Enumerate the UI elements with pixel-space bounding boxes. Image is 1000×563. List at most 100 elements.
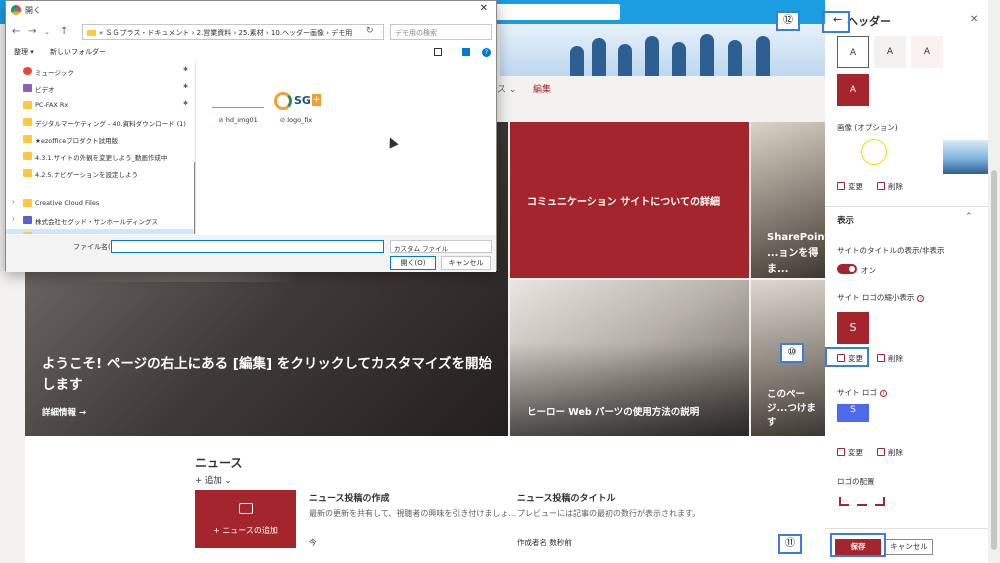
hero-tile-sharepoint[interactable]: SharePoint ...ョンを得ま... [751,122,825,278]
video-icon [23,84,32,92]
info-icon[interactable]: i [879,390,887,397]
news-item-title[interactable]: ニュース投稿の作成 [309,491,390,504]
hero-main-caption: ようこそ! ページの右上にある [編集] をクリックしてカスタマイズを開始します [42,356,493,393]
banner-figure [728,40,742,76]
callout-highlight-change [825,347,869,367]
align-center-icon[interactable] [857,497,867,506]
delete-label: 削除 [888,448,903,457]
sidebar-scrollbar[interactable] [194,162,195,234]
organize-button[interactable]: 整理 ▾ [14,47,34,57]
file-thumbnail [212,90,264,114]
sidebar-item-video[interactable]: ビデオ ✱ [6,81,195,96]
trash-icon [877,182,885,190]
plus-icon: + [312,94,321,106]
hero-tile-webpart[interactable]: ヒーロー Web パーツの使用方法の説明 [510,280,749,436]
banner-figure [645,36,659,76]
panel-title: ヘッダー [847,15,891,28]
help-icon[interactable]: ? [482,48,491,57]
close-icon[interactable]: ✕ [480,3,488,14]
delete-site-logo-button[interactable]: 削除 [877,447,903,458]
nav-more[interactable]: ス ⌄ [497,82,516,95]
forward-arrow-icon[interactable]: → [28,26,36,37]
panel-scrollbar[interactable] [988,0,1000,563]
align-left-icon[interactable] [839,497,849,506]
header-layout-option[interactable]: A [911,36,943,68]
file-name: hd_img01 [225,116,258,124]
sidebar-item-label: デジタルマーケティング - 40.資料ダウンロード (1) [35,120,186,128]
new-folder-button[interactable]: 新しいフォルダー [50,47,106,57]
sidebar-item-folder[interactable]: 4.2.5.ナビゲーションを設定しよう [6,166,195,181]
dialog-title: 開く [25,6,41,15]
change-image-button[interactable]: 変更 [837,181,863,192]
chevron-down-icon[interactable]: ⌄ [44,28,50,36]
sidebar-item-music[interactable]: ミュージック ✱ [6,64,195,79]
file-name: logo_fix [287,116,313,124]
sidebar-item-pcfax[interactable]: PC-FAX Rx ✱ [6,98,195,113]
chrome-icon [11,5,21,15]
hero-tile-communication[interactable]: コミュニケーション サイトについての詳細 [510,122,749,278]
file-item[interactable]: SG + ⊘ logo_fix [270,90,322,124]
open-button[interactable]: 開く(O) [390,256,436,270]
focal-point-marker[interactable] [861,139,887,165]
banner-figure [592,38,606,76]
header-layout-option[interactable]: A [874,36,906,68]
edit-icon [837,448,845,456]
callout-number-10: ⑩ [780,343,804,363]
sidebar-item-folder[interactable]: 4.3.1.サイトの外観を変更しよう_動画作成中 [6,149,195,164]
cancel-button[interactable]: キャンセル [885,539,933,555]
banner-figure [672,42,686,76]
filetype-select[interactable]: カスタム ファイル [390,240,492,253]
close-icon[interactable]: ✕ [970,14,978,25]
sidebar-item-creative-cloud[interactable]: › Creative Cloud Files [6,196,195,211]
divider [825,206,988,207]
news-item-meta: 今 [309,538,317,547]
site-navigation: ス ⌄ 編集 [497,80,825,96]
news-item-description: 最新の更新を共有して、視聴者の興味を引き付けましょ... [309,509,516,518]
news-item-meta: 作成者名 数秒前 [517,538,572,547]
trash-icon [877,354,885,362]
callout-highlight-back [822,11,850,33]
refresh-icon[interactable]: ↻ [366,26,374,36]
file-item[interactable]: ⊘ hd_img01 [212,90,264,124]
path-field[interactable]: « ＳＧプラス・ドキュメント › 2.営業資料 › 25.素材 › 10.ヘッダ… [82,24,384,40]
logo-mark-icon [274,92,292,110]
news-add-button[interactable]: + 追加 ⌄ [195,474,232,486]
info-icon[interactable]: i [917,295,925,302]
address-bar: ← → ⌄ ↑ « ＳＧプラス・ドキュメント › 2.営業資料 › 25.素材 … [6,21,496,43]
sidebar-item-folder[interactable]: ★ezofficeプロダクト試用版 [6,132,195,147]
hero-more-link[interactable]: 詳細情報 → [42,406,86,418]
chevron-right-icon[interactable]: › [12,215,15,223]
preview-pane-icon[interactable] [462,48,470,56]
delete-image-button[interactable]: 削除 [877,181,903,192]
up-arrow-icon[interactable]: ↑ [60,26,68,37]
folder-search-input[interactable]: デモ用の検索 [390,24,492,40]
add-news-tile[interactable]: + ニュースの追加 [195,490,296,548]
folder-icon [23,135,32,143]
dialog-cancel-button[interactable]: キャンセル [441,256,491,270]
site-logo-label: サイト ロゴ i [837,387,887,398]
sidebar-item-company[interactable]: › 株式会社セグッド・サンホールディングス [6,213,195,228]
sidebar-item-label: Creative Cloud Files [35,199,100,207]
show-title-toggle[interactable] [837,264,857,274]
delete-small-logo-button[interactable]: 削除 [877,353,903,364]
header-layout-option[interactable]: A [837,74,869,106]
scrollbar-thumb[interactable] [991,170,997,550]
sidebar-item-folder[interactable]: デジタルマーケティング - 40.資料ダウンロード (1) [6,115,195,130]
change-site-logo-button[interactable]: 変更 [837,447,863,458]
news-title: ニュース [195,456,243,470]
folder-icon [23,199,32,207]
news-section: ニュース + 追加 ⌄ + ニュースの追加 ニュース投稿の作成 最新の更新を共有… [25,436,825,563]
file-thumbnail: SG + [270,90,322,114]
align-right-icon[interactable] [875,497,885,506]
chevron-up-icon[interactable]: ⌃ [965,212,973,222]
chevron-right-icon[interactable]: › [12,198,15,206]
site-logo-label-text: サイト ロゴ [837,388,877,397]
filename-input[interactable] [111,240,384,253]
nav-edit-link[interactable]: 編集 [533,82,551,95]
header-layout-option[interactable]: A [837,36,869,68]
sidebar-item-selected[interactable] [6,229,195,234]
small-logo-preview: S [837,312,869,344]
news-item-title[interactable]: ニュース投稿のタイトル [517,491,616,504]
view-icon[interactable] [434,48,442,56]
back-arrow-icon[interactable]: ← [12,26,20,37]
